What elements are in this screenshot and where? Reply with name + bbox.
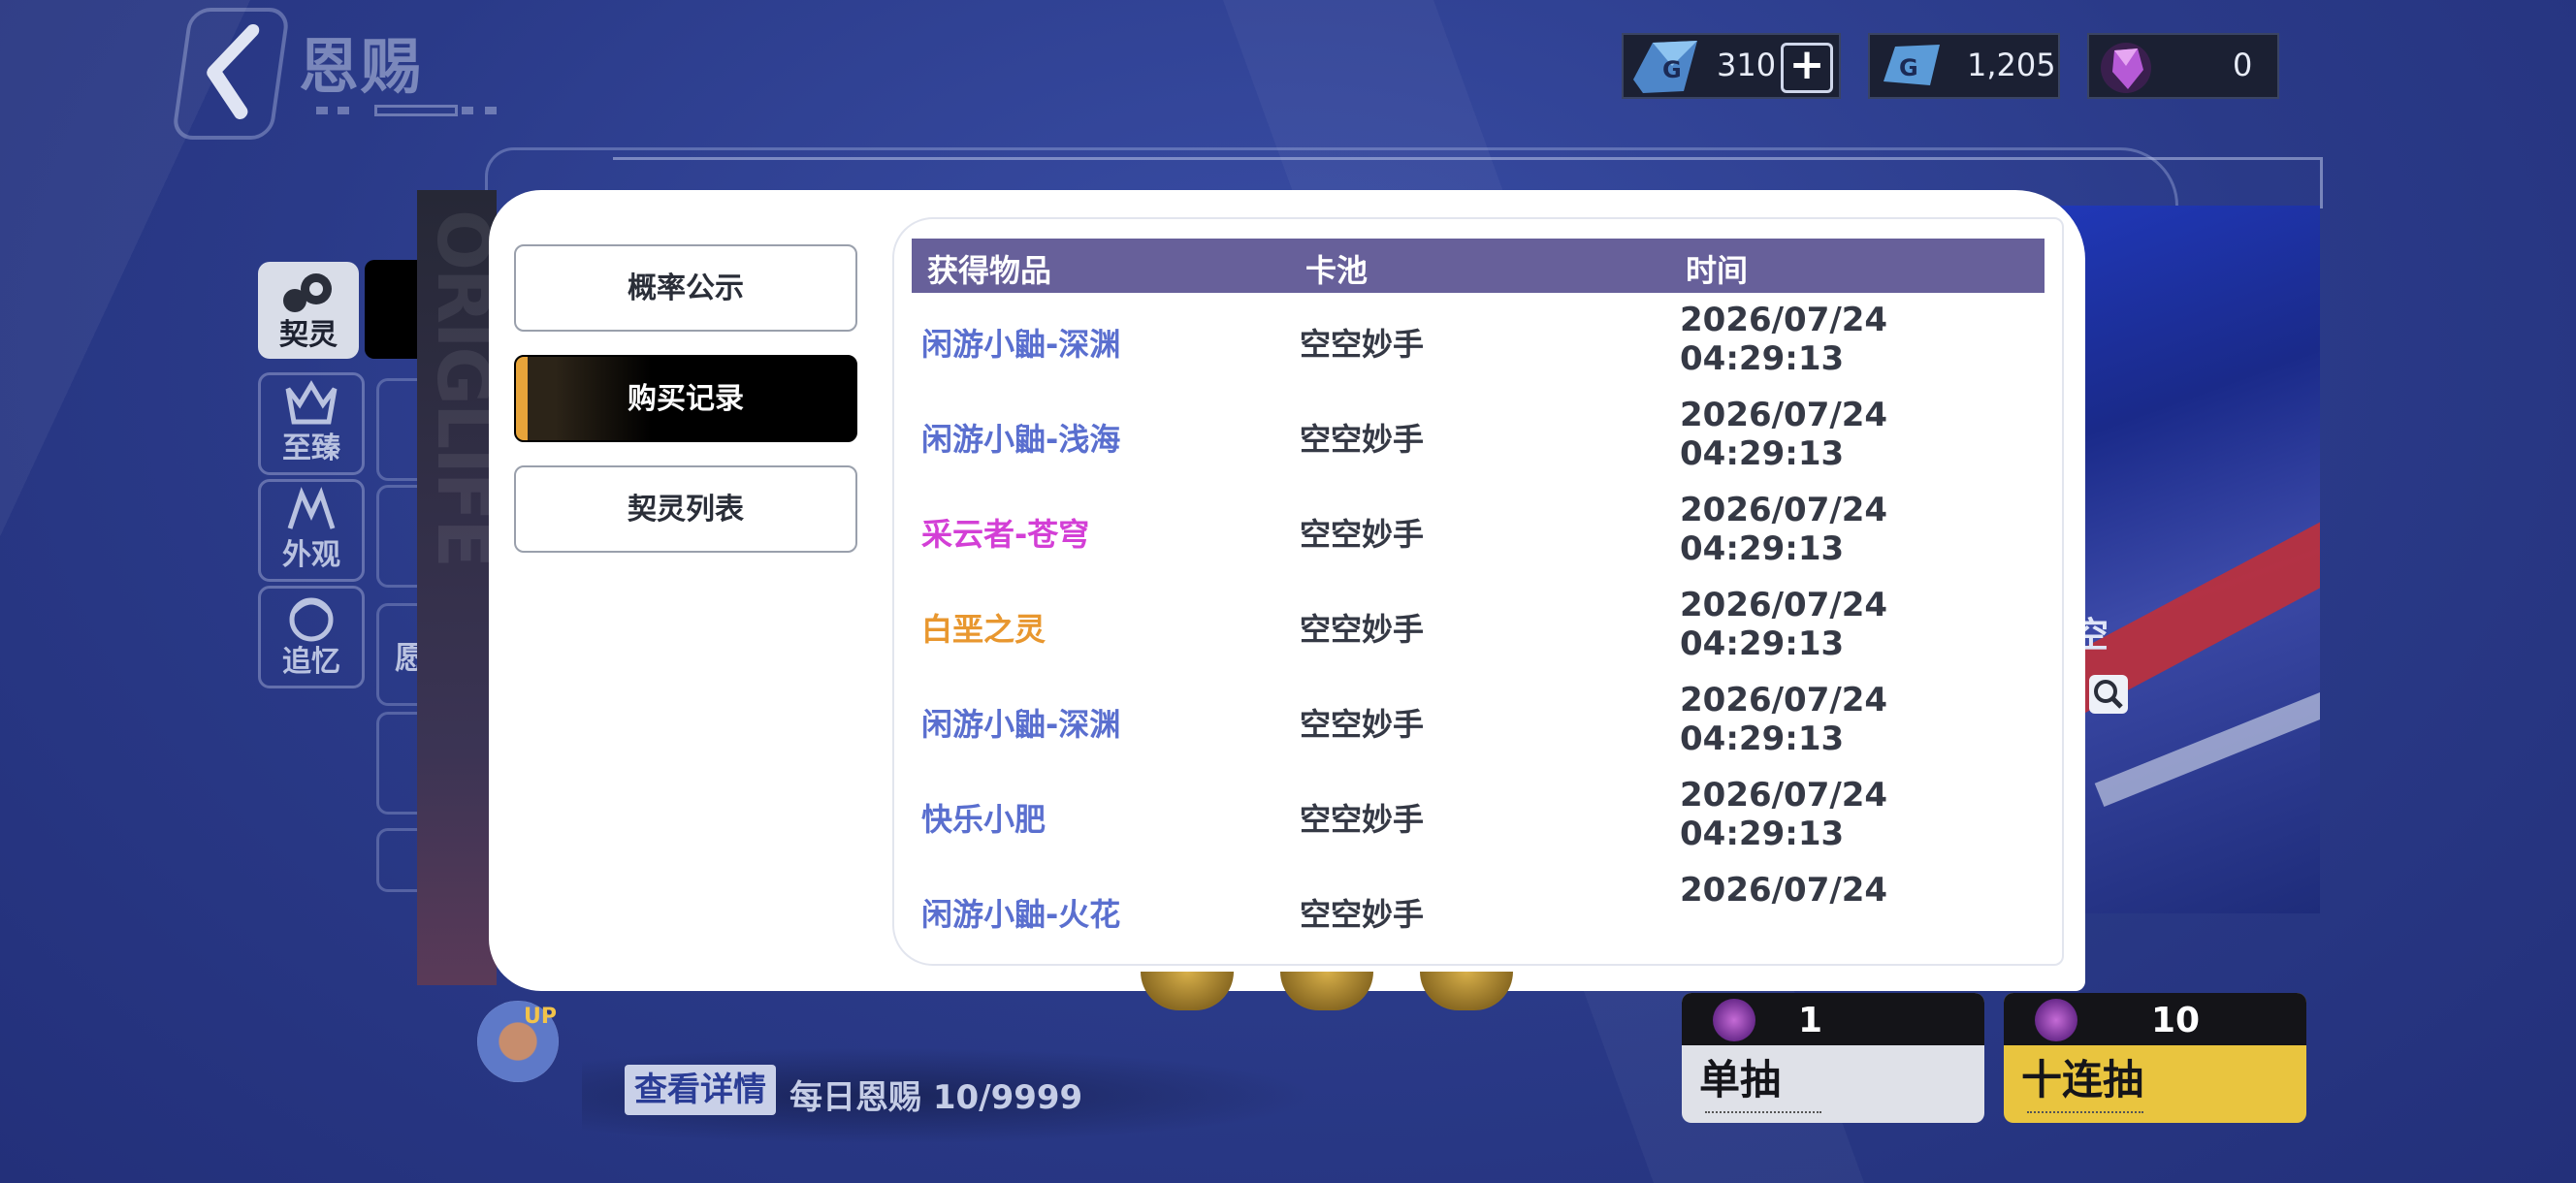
row-item: 闲游小鼬-深渊	[921, 706, 1121, 743]
single-draw-button[interactable]: 1 单抽	[1682, 993, 1984, 1123]
row-time: 2026/07/24 04:29:13	[1680, 491, 1888, 568]
row-pool: 空空妙手	[1300, 896, 1425, 933]
row-item: 白垩之灵	[921, 611, 1046, 648]
sidebar-active-tab-edge	[365, 260, 423, 359]
row-time: 2026/07/24 04:29:13	[1680, 396, 1888, 473]
sidebar-frame: 愿	[376, 603, 426, 706]
sidebar-frame	[376, 378, 420, 481]
header-item: 获得物品	[927, 252, 1052, 289]
add-crystal-button[interactable]: +	[1781, 43, 1833, 93]
table-row: 闲游小鼬-深渊 空空妙手 2026/07/24 04:29:13	[894, 673, 2062, 768]
purchase-record-table[interactable]: 获得物品 卡池 时间 闲游小鼬-深渊 空空妙手 2026/07/24 04:29:13…	[892, 217, 2064, 966]
table-row: 闲游小鼬-火花 空空妙手 2026/07/24	[894, 863, 2062, 935]
row-pool: 空空妙手	[1300, 326, 1425, 363]
table-row: 闲游小鼬-深渊 空空妙手 2026/07/24 04:29:13	[894, 293, 2062, 388]
currency-gem: 0	[2087, 33, 2279, 99]
daily-grant-counter: 每日恩赐 10/9999	[789, 1078, 1083, 1117]
row-item: 闲游小鼬-火花	[921, 896, 1121, 933]
header-pool: 卡池	[1305, 252, 1368, 289]
search-icon	[2094, 680, 2123, 709]
chevron-left-icon	[207, 24, 260, 119]
row-time: 2026/07/24 04:29:13	[1680, 681, 1888, 758]
row-item: 闲游小鼬-浅海	[921, 421, 1121, 458]
page-title: 恩赐	[299, 31, 424, 102]
tab-probability[interactable]: 概率公示	[514, 244, 857, 332]
currency-ticket: G 1,205	[1868, 33, 2060, 99]
blue-crystal-icon: G	[1633, 41, 1697, 93]
row-pool: 空空妙手	[1300, 801, 1425, 838]
row-item: 闲游小鼬-深渊	[921, 326, 1121, 363]
row-pool: 空空妙手	[1300, 706, 1425, 743]
tab-purchase-record[interactable]: 购买记录	[514, 355, 857, 442]
sidebar-item-costume[interactable]: 外观	[258, 479, 365, 582]
svg-text:G: G	[1662, 56, 1682, 83]
header-time: 时间	[1686, 252, 1749, 289]
table-row: 白垩之灵 空空妙手 2026/07/24 04:29:13	[894, 578, 2062, 673]
sidebar-frame	[376, 828, 420, 892]
sidebar-item-crown[interactable]: 至臻	[258, 372, 365, 475]
table-row: 快乐小肥 空空妙手 2026/07/24 04:29:13	[894, 768, 2062, 863]
currency-crystal[interactable]: G 310 +	[1622, 33, 1841, 99]
purple-gem-icon	[2101, 43, 2151, 93]
sidebar-item-spirit[interactable]: 契灵	[258, 262, 359, 359]
title-decoration	[316, 103, 497, 118]
svg-text:G: G	[1899, 54, 1918, 81]
pool-banner	[2046, 206, 2320, 913]
single-draw-cost: 1	[1798, 1001, 1823, 1040]
view-details-button[interactable]: 查看详情	[625, 1065, 776, 1115]
sidebar-frame	[376, 712, 420, 815]
row-item: 采云者-苍穹	[921, 516, 1090, 553]
row-pool: 空空妙手	[1300, 516, 1425, 553]
up-badge: UP	[524, 1005, 557, 1029]
sidebar-item-memory[interactable]: 追忆	[258, 586, 365, 688]
back-button[interactable]	[171, 8, 291, 140]
row-time: 2026/07/24	[1680, 871, 1888, 910]
row-time: 2026/07/24 04:29:13	[1680, 301, 1888, 378]
purple-gem-icon	[1713, 999, 1755, 1041]
ticket-icon: G	[1884, 45, 1940, 85]
table-row: 闲游小鼬-浅海 空空妙手 2026/07/24 04:29:13	[894, 388, 2062, 483]
ten-draw-cost: 10	[2151, 1001, 2201, 1040]
purple-gem-icon	[2035, 999, 2077, 1041]
row-time: 2026/07/24 04:29:13	[1680, 776, 1888, 853]
table-header: 获得物品 卡池 时间	[912, 239, 2045, 293]
modal-side-strip: ORIGLIFE	[417, 190, 497, 985]
sidebar-frame	[376, 485, 420, 588]
row-pool: 空空妙手	[1300, 421, 1425, 458]
ten-draw-button[interactable]: 10 十连抽	[2004, 993, 2306, 1123]
row-item: 快乐小肥	[921, 801, 1046, 838]
row-time: 2026/07/24 04:29:13	[1680, 586, 1888, 663]
tab-spirit-list[interactable]: 契灵列表	[514, 465, 857, 553]
row-pool: 空空妙手	[1300, 611, 1425, 648]
banner-search-button[interactable]	[2089, 675, 2128, 714]
table-row: 采云者-苍穹 空空妙手 2026/07/24 04:29:13	[894, 483, 2062, 578]
purchase-record-dialog: 概率公示 购买记录 契灵列表 获得物品 卡池 时间 闲游小鼬-深渊 空空妙手 202…	[489, 190, 2085, 991]
table-body[interactable]: 闲游小鼬-深渊 空空妙手 2026/07/24 04:29:13 闲游小鼬-浅海 空空妙手…	[894, 293, 2062, 935]
